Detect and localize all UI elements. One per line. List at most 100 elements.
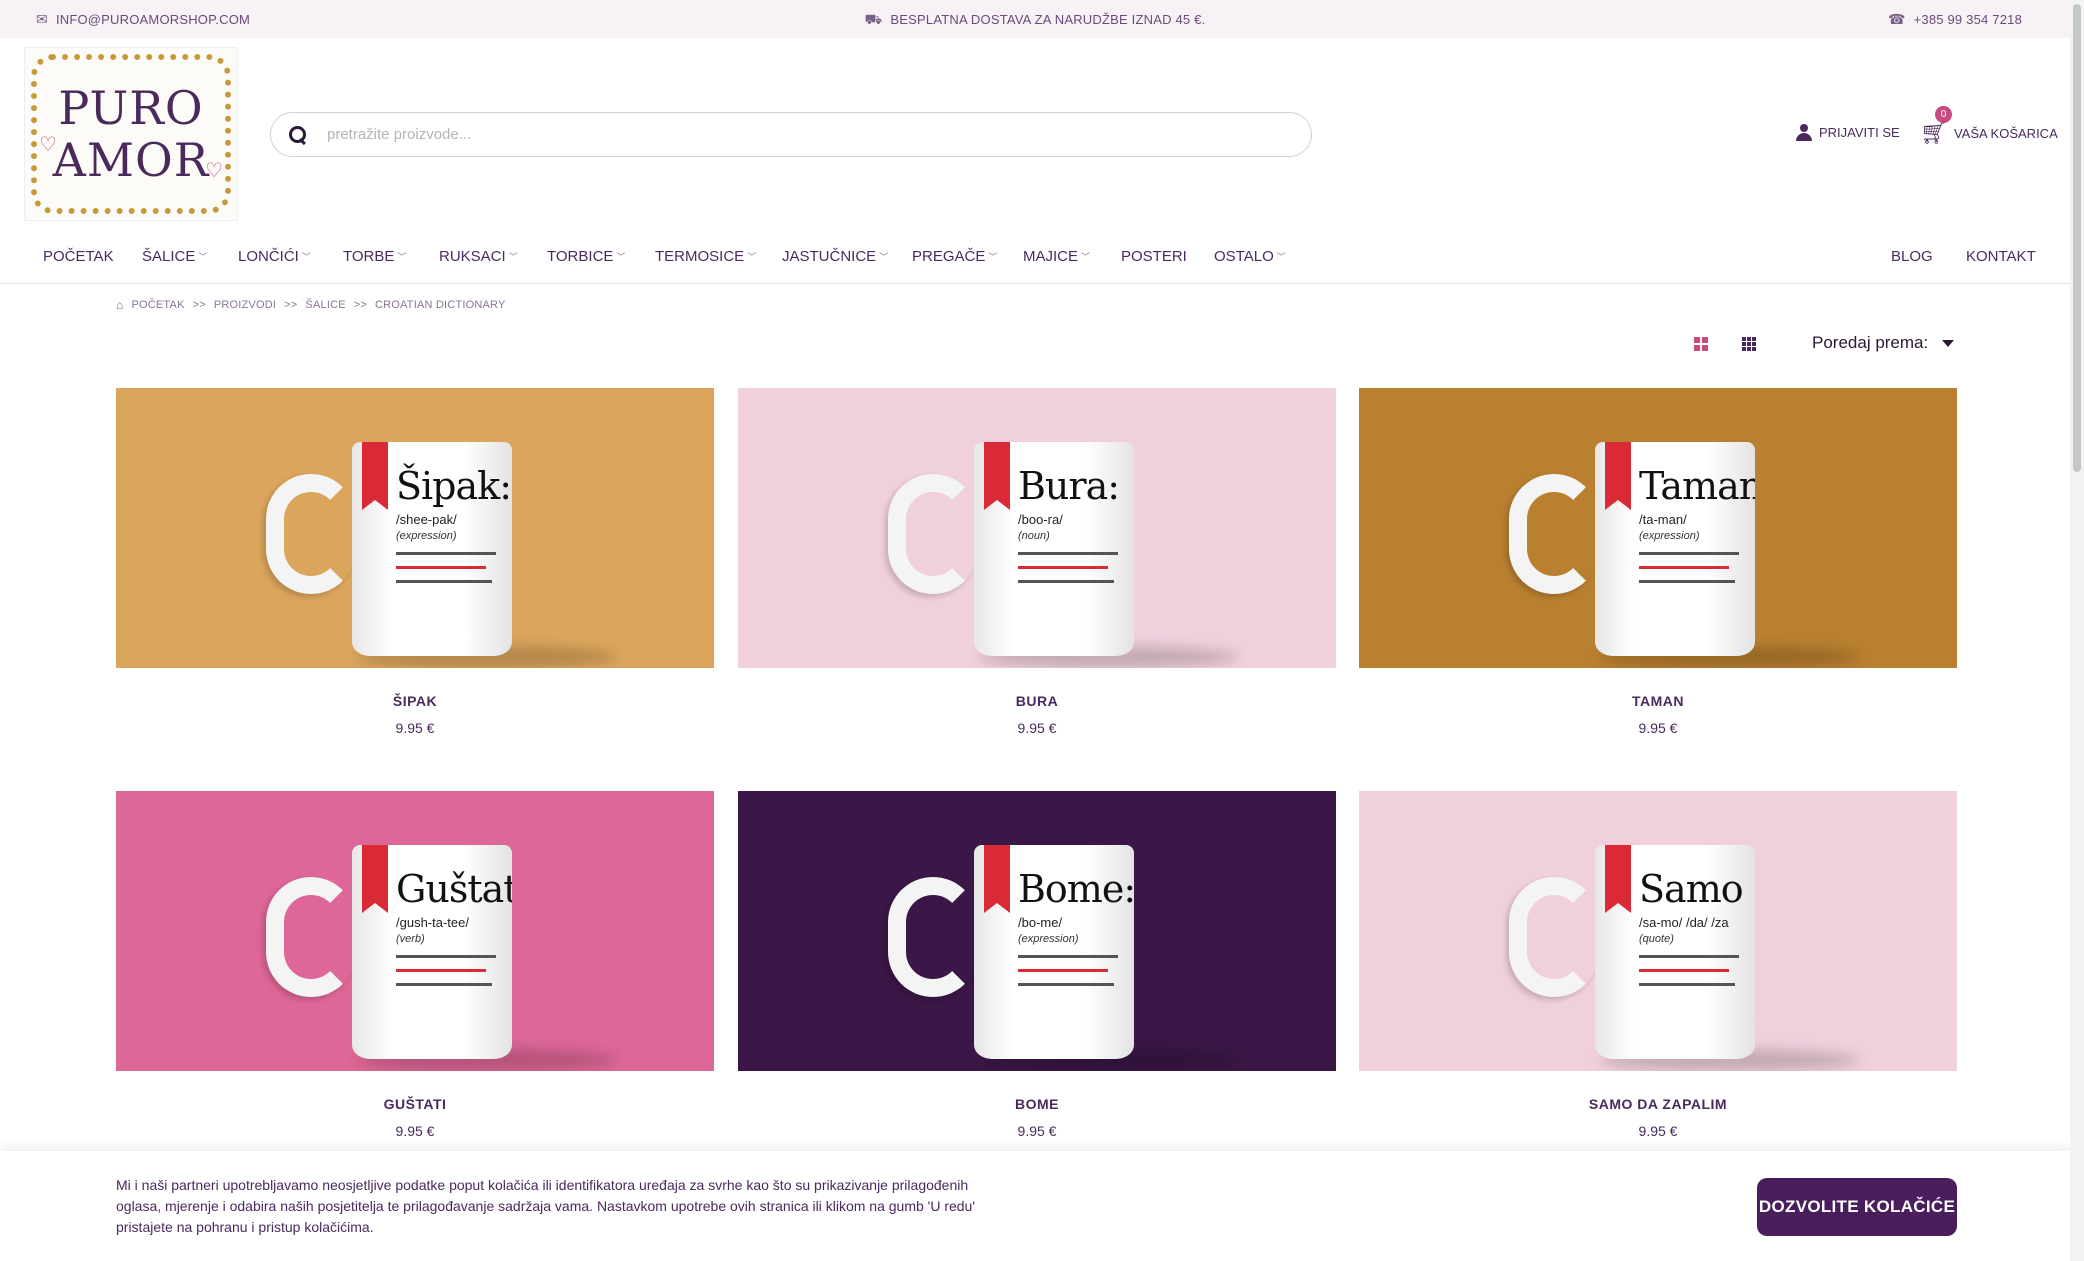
mug-word-type: (expression) bbox=[396, 530, 457, 542]
mug-ribbon bbox=[984, 442, 1010, 510]
product-name[interactable]: TAMAN bbox=[1359, 693, 1957, 709]
chevron-down-icon: ﹀ bbox=[301, 252, 311, 262]
nav-item-pregace[interactable]: PREGAČE ﹀ bbox=[912, 248, 997, 265]
sort-dropdown[interactable]: Poredaj prema: bbox=[1812, 333, 1955, 353]
mug-text-line bbox=[1018, 552, 1118, 555]
mug-word: Bome: bbox=[1018, 867, 1134, 911]
mug-text-line bbox=[396, 969, 486, 972]
mug-text-line bbox=[1018, 580, 1114, 583]
nav-item-ruksaci[interactable]: RUKSACI ﹀ bbox=[439, 248, 518, 265]
scrollbar-thumb[interactable] bbox=[2073, 4, 2081, 472]
product-name[interactable]: BURA bbox=[738, 693, 1336, 709]
product-image[interactable]: Taman: /ta-man/ (expression) bbox=[1359, 388, 1957, 668]
product-image[interactable]: Samo/sa-mo/ /da/ /za (quote) bbox=[1359, 791, 1957, 1071]
chevron-down-icon: ﹀ bbox=[879, 252, 889, 262]
mug-text-line bbox=[1639, 580, 1735, 583]
mug-text-line bbox=[1639, 955, 1739, 958]
product-name[interactable]: SAMO DA ZAPALIM bbox=[1359, 1096, 1957, 1112]
nav-item-torbice[interactable]: TORBICE ﹀ bbox=[547, 248, 625, 265]
nav-item-ostalo[interactable]: OSTALO ﹀ bbox=[1214, 248, 1286, 265]
nav-item-termosice[interactable]: TERMOSICE ﹀ bbox=[655, 248, 756, 265]
mug-pronunciation: /gush-ta-tee/ bbox=[396, 915, 469, 930]
cart-icon: 🛒︎ bbox=[1920, 120, 1948, 145]
mug-text-line bbox=[1018, 566, 1108, 569]
product-price: 9.95 € bbox=[395, 720, 435, 736]
nav-item-posteri[interactable]: POSTERI bbox=[1121, 248, 1187, 265]
product-name[interactable]: ŠIPAK bbox=[116, 693, 714, 709]
mug-ribbon bbox=[1605, 442, 1631, 510]
product-image[interactable]: Bome: /bo-me/ (expression) bbox=[738, 791, 1336, 1071]
sort-label: Poredaj prema: bbox=[1812, 333, 1929, 352]
nav-item-pocetak[interactable]: POČETAK bbox=[43, 248, 114, 265]
mug-word-type: (quote) bbox=[1639, 933, 1674, 945]
nav-item-loncici[interactable]: LONČIĆI ﹀ bbox=[238, 248, 311, 265]
mug-pronunciation: /bo-me/ bbox=[1018, 915, 1063, 930]
allow-cookies-button[interactable]: DOZVOLITE KOLAČIĆE bbox=[1757, 1178, 1957, 1236]
cart-link[interactable]: 🛒︎ VAŠA KOŠARICA bbox=[1920, 120, 2058, 146]
breadcrumb-item[interactable]: ŠALICE bbox=[305, 299, 345, 311]
product-price: 9.95 € bbox=[1017, 720, 1057, 736]
shipping-text: BESPLATNA DOSTAVA ZA NARUDŽBE IZNAD 45 €… bbox=[890, 11, 1206, 27]
product-image[interactable]: Bura: /boo-ra/ (noun) bbox=[738, 388, 1336, 668]
mug-text-line bbox=[1018, 955, 1118, 958]
mug-handle bbox=[1509, 877, 1599, 997]
breadcrumb-item[interactable]: PROIZVODI bbox=[214, 299, 276, 311]
mug-handle bbox=[888, 877, 978, 997]
nav-item-kontakt[interactable]: KONTAKT bbox=[1966, 248, 2036, 265]
nav-item-majice[interactable]: MAJICE ﹀ bbox=[1023, 248, 1090, 265]
mug-word-type: (expression) bbox=[1018, 933, 1079, 945]
product-card[interactable]: Guštati/gush-ta-tee/ (verb) GUŠTATI 9.95 € bbox=[116, 791, 714, 1139]
nav-item-salice[interactable]: ŠALICE ﹀ bbox=[142, 248, 207, 265]
product-card[interactable]: Bome: /bo-me/ (expression) BOME 9.95 € bbox=[738, 791, 1336, 1139]
nav-label: TERMOSICE bbox=[655, 248, 745, 265]
search-icon[interactable] bbox=[289, 125, 307, 144]
product-card[interactable]: Šipak: /shee-pak/ (expression) ŠIPAK 9.95 € bbox=[116, 388, 714, 736]
nav-label: MAJICE bbox=[1023, 248, 1079, 265]
nav-item-torbe[interactable]: TORBE ﹀ bbox=[343, 248, 406, 265]
product-card[interactable]: Bura: /boo-ra/ (noun) BURA 9.95 € bbox=[738, 388, 1336, 736]
product-name[interactable]: GUŠTATI bbox=[116, 1096, 714, 1112]
product-price: 9.95 € bbox=[395, 1123, 435, 1139]
product-name[interactable]: BOME bbox=[738, 1096, 1336, 1112]
cart-count-badge: 0 bbox=[1935, 106, 1952, 123]
product-card[interactable]: Samo/sa-mo/ /da/ /za (quote) SAMO DA ZAPAL… bbox=[1359, 791, 1957, 1139]
breadcrumb-current: CROATIAN DICTIONARY bbox=[375, 299, 506, 311]
mug-word: Bura: bbox=[1018, 464, 1120, 508]
mug-text-line bbox=[1639, 983, 1735, 986]
logo-line-1: PURO bbox=[58, 81, 204, 135]
breadcrumb: ⌂ POČETAK >> PROIZVODI >> ŠALICE >> CROA… bbox=[116, 299, 506, 311]
search-input[interactable] bbox=[327, 126, 1227, 143]
product-image[interactable]: Šipak: /shee-pak/ (expression) bbox=[116, 388, 714, 668]
mug-word-type: (expression) bbox=[1639, 530, 1700, 542]
nav-label: ŠALICE bbox=[142, 248, 196, 265]
search-bar[interactable] bbox=[270, 112, 1312, 157]
mug-text-line bbox=[396, 580, 492, 583]
breadcrumb-item[interactable]: POČETAK bbox=[131, 299, 184, 311]
main-navigation: POČETAK ŠALICE ﹀ LONČIĆI ﹀ TORBE ﹀ RUKSACI ﹀… bbox=[0, 236, 2070, 284]
mug-text-line bbox=[1639, 969, 1729, 972]
product-image[interactable]: Guštati/gush-ta-tee/ (verb) bbox=[116, 791, 714, 1071]
mug-word-type: (noun) bbox=[1018, 530, 1050, 542]
mug-ribbon bbox=[362, 442, 388, 510]
product-card[interactable]: Taman: /ta-man/ (expression) TAMAN 9.95 € bbox=[1359, 388, 1957, 736]
nav-item-blog[interactable]: BLOG bbox=[1891, 248, 1933, 265]
chevron-down-icon: ﹀ bbox=[747, 252, 757, 262]
phone-contact[interactable]: ☎ +385 99 354 7218 bbox=[1888, 12, 2022, 27]
home-icon: ⌂ bbox=[116, 298, 124, 312]
nav-label: TORBICE bbox=[547, 248, 614, 265]
mug-illustration: Bome: /bo-me/ (expression) bbox=[974, 845, 1134, 1059]
site-logo[interactable]: ♡ ♡ PURO AMOR bbox=[24, 47, 238, 221]
chevron-down-icon: ﹀ bbox=[988, 252, 998, 262]
chevron-down-icon: ﹀ bbox=[1276, 252, 1286, 262]
login-link[interactable]: PRIJAVITI SE bbox=[1796, 124, 1900, 141]
grid-large-view-icon[interactable] bbox=[1694, 337, 1708, 351]
login-label: PRIJAVITI SE bbox=[1819, 125, 1900, 140]
chevron-down-icon: ﹀ bbox=[616, 252, 626, 262]
mug-text-line bbox=[1018, 969, 1108, 972]
grid-small-view-icon[interactable] bbox=[1742, 337, 1756, 351]
cookie-text: Mi i naši partneri upotrebljavamo neosje… bbox=[116, 1177, 976, 1235]
mug-illustration: Šipak: /shee-pak/ (expression) bbox=[352, 442, 512, 656]
nav-label: KONTAKT bbox=[1966, 248, 2036, 265]
mug-handle bbox=[1509, 474, 1599, 594]
nav-item-jastucnice[interactable]: JASTUČNICE ﹀ bbox=[782, 248, 888, 265]
